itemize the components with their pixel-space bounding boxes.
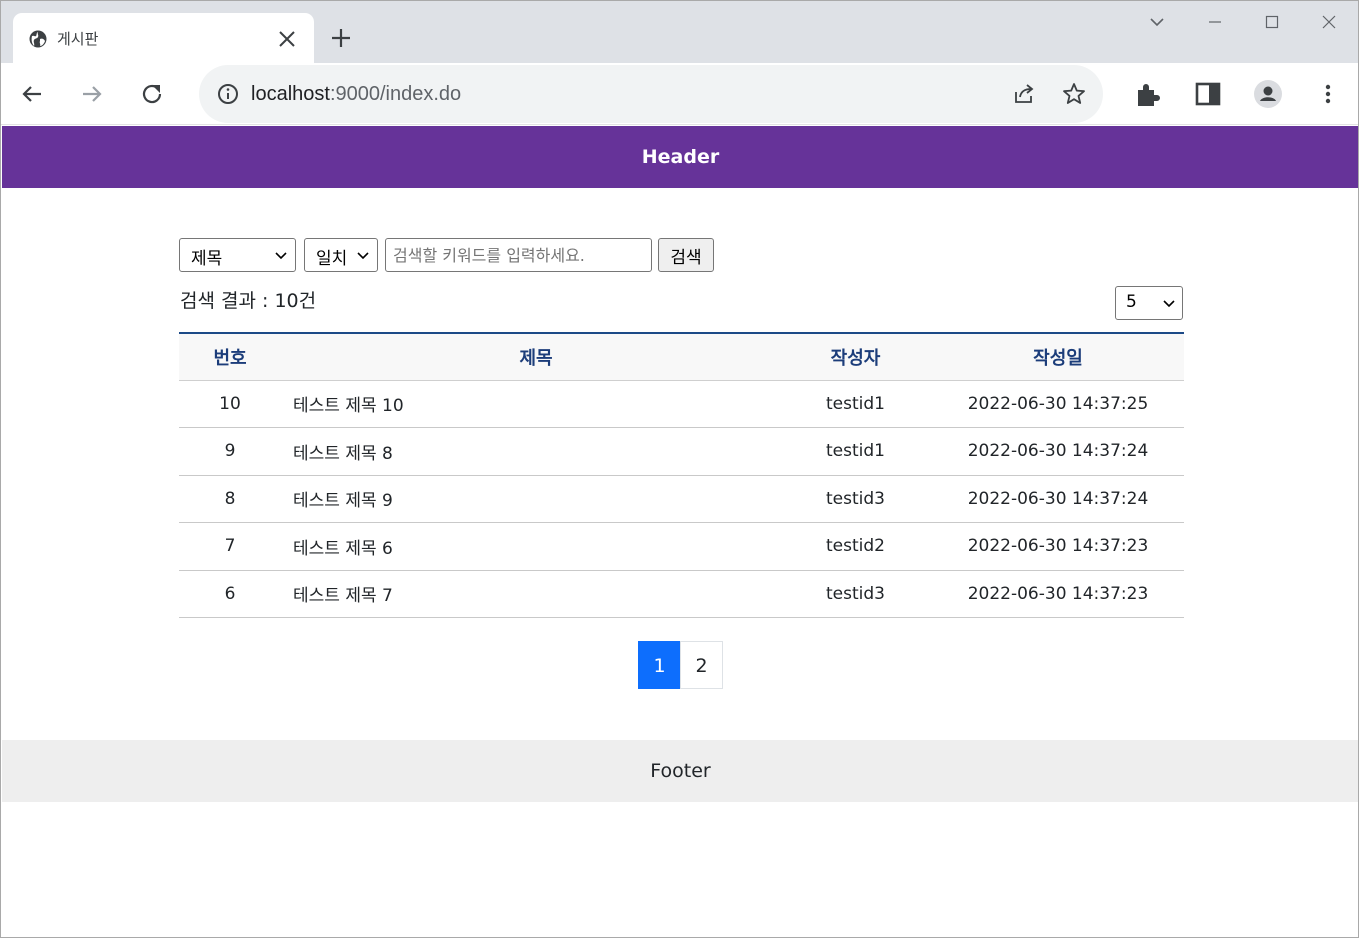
search-field-select[interactable]: 제목	[179, 238, 296, 272]
tab-search-chevron-icon[interactable]	[1144, 9, 1170, 35]
browser-tab[interactable]: 게시판	[13, 13, 314, 63]
chevron-down-icon	[1163, 300, 1175, 308]
url-text[interactable]: localhost:9000/index.do	[251, 83, 461, 106]
post-date: 2022-06-30 14:37:24	[932, 475, 1184, 523]
post-title-link[interactable]: 테스트 제목 7	[281, 570, 779, 618]
table-header-row: 번호 제목 작성자 작성일	[179, 333, 1184, 380]
site-header: Header	[2, 126, 1358, 188]
keyword-input[interactable]	[385, 238, 652, 272]
search-button[interactable]: 검색	[658, 238, 714, 272]
close-icon[interactable]	[275, 27, 299, 51]
side-panel-icon[interactable]	[1193, 79, 1223, 109]
globe-icon	[29, 30, 47, 48]
board-table: 번호 제목 작성자 작성일 10 테스트 제목 10 testid1 2022-…	[179, 332, 1184, 618]
back-icon[interactable]	[17, 79, 47, 109]
page-size-select[interactable]: 5	[1115, 286, 1183, 320]
page-1-button[interactable]: 1	[638, 641, 681, 689]
tab-strip: 게시판	[1, 1, 1358, 63]
post-date: 2022-06-30 14:37:23	[932, 570, 1184, 618]
post-date: 2022-06-30 14:37:23	[932, 522, 1184, 571]
more-menu-icon[interactable]	[1313, 79, 1343, 109]
site-footer: Footer	[2, 740, 1358, 802]
post-number: 8	[179, 475, 281, 523]
extensions-puzzle-icon[interactable]	[1133, 79, 1163, 109]
post-writer: testid3	[779, 570, 932, 618]
reload-icon[interactable]	[137, 79, 167, 109]
table-row[interactable]: 10 테스트 제목 10 testid1 2022-06-30 14:37:25	[179, 380, 1184, 428]
chevron-down-icon	[275, 252, 287, 260]
profile-avatar-icon[interactable]	[1253, 79, 1283, 109]
post-writer: testid2	[779, 522, 932, 571]
table-row[interactable]: 6 테스트 제목 7 testid3 2022-06-30 14:37:23	[179, 570, 1184, 618]
page-2-button[interactable]: 2	[680, 641, 723, 689]
bookmark-star-icon[interactable]	[1061, 81, 1087, 107]
post-writer: testid1	[779, 427, 932, 476]
post-date: 2022-06-30 14:37:25	[932, 380, 1184, 428]
site-info-icon[interactable]	[215, 81, 241, 107]
browser-window: 게시판 localhost:9000/index.do Header 제목 일치…	[0, 0, 1359, 938]
post-title-link[interactable]: 테스트 제목 6	[281, 522, 779, 571]
post-title-link[interactable]: 테스트 제목 9	[281, 475, 779, 523]
minimize-icon[interactable]	[1202, 9, 1228, 35]
post-number: 6	[179, 570, 281, 618]
table-row[interactable]: 9 테스트 제목 8 testid1 2022-06-30 14:37:24	[179, 427, 1184, 476]
result-count: 검색 결과 : 10건	[180, 290, 317, 312]
table-row[interactable]: 8 테스트 제목 9 testid3 2022-06-30 14:37:24	[179, 475, 1184, 523]
window-close-icon[interactable]	[1316, 9, 1342, 35]
browser-toolbar: localhost:9000/index.do	[1, 63, 1358, 125]
web-page: Header 제목 일치 검색 검색 결과 : 10건 5	[2, 126, 1358, 937]
post-number: 10	[179, 380, 281, 428]
match-type-select[interactable]: 일치	[304, 238, 378, 272]
share-icon[interactable]	[1011, 81, 1037, 107]
post-date: 2022-06-30 14:37:24	[932, 427, 1184, 476]
post-number: 7	[179, 522, 281, 571]
post-title-link[interactable]: 테스트 제목 10	[281, 380, 779, 428]
post-number: 9	[179, 427, 281, 476]
post-writer: testid1	[779, 380, 932, 428]
table-row[interactable]: 7 테스트 제목 6 testid2 2022-06-30 14:37:23	[179, 522, 1184, 571]
chevron-down-icon	[357, 252, 369, 260]
column-header-title: 제목	[519, 347, 553, 369]
column-header-writer: 작성자	[830, 347, 881, 369]
post-writer: testid3	[779, 475, 932, 523]
column-header-no: 번호	[213, 347, 247, 369]
address-bar[interactable]: localhost:9000/index.do	[199, 65, 1103, 123]
maximize-icon[interactable]	[1259, 9, 1285, 35]
forward-icon[interactable]	[77, 79, 107, 109]
tab-title: 게시판	[57, 30, 99, 48]
column-header-date: 작성일	[1033, 347, 1083, 369]
post-title-link[interactable]: 테스트 제목 8	[281, 427, 779, 476]
new-tab-icon[interactable]	[327, 24, 355, 52]
